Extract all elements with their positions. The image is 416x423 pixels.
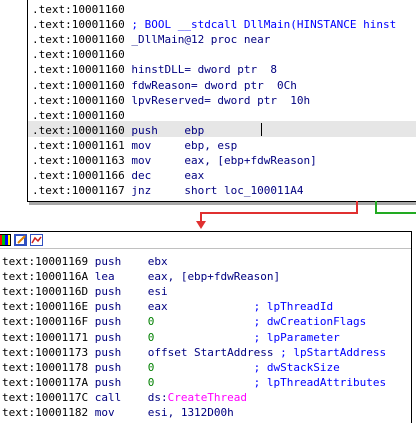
operands: 0: [147, 315, 254, 329]
code-line[interactable]: .text:10001160 hinstDLL= dword ptr 8: [32, 62, 277, 77]
line-address: .text:10001167: [32, 184, 125, 198]
mnemonic: push: [88, 285, 148, 299]
line-address: text:1000116A: [2, 270, 89, 284]
line-address: .text:10001160: [32, 123, 125, 137]
line-address: text:10001169: [2, 255, 89, 268]
line-address: text:1000116D: [2, 285, 89, 299]
mnemonic: push: [88, 360, 148, 374]
mnemonic: lea: [88, 270, 148, 284]
line-address: .text:10001160: [32, 93, 125, 107]
code-line[interactable]: .text:10001163 mov eax, [ebp+fdwReason]: [32, 153, 317, 168]
line-comment: ; lpThreadId: [253, 300, 334, 314]
operands: 0: [147, 330, 254, 344]
line-comment: ; lpParameter: [253, 330, 340, 344]
operands: ebx: [147, 255, 168, 268]
code-line[interactable]: .text:10001160 fdwReason= dword ptr 0Ch: [32, 78, 297, 93]
line-text: dec eax: [124, 169, 205, 183]
false-branch-edge-horizontal: [200, 212, 358, 214]
operands: eax, [ebp+fdwReason]: [147, 270, 281, 284]
code-line[interactable]: text:10001171 push 0 ; lpParameter: [2, 330, 340, 345]
code-line[interactable]: .text:10001160 lpvReserved= dword ptr 10…: [32, 93, 310, 108]
line-address: .text:10001161: [32, 138, 125, 152]
operands: offset StartAddress: [147, 345, 281, 359]
line-text: _DllMain@12 proc near: [124, 33, 271, 47]
code-line[interactable]: .text:10001166 dec eax: [32, 168, 204, 183]
line-address: .text:10001160: [32, 108, 125, 122]
code-line[interactable]: .text:10001160: [32, 108, 125, 123]
false-branch-arrow-icon: [196, 221, 206, 229]
line-address: .text:10001160: [32, 3, 125, 16]
line-comment: ; dwStackSize: [253, 360, 340, 374]
line-text: lpvReserved= dword ptr 10h: [124, 93, 311, 107]
line-address: text:10001171: [2, 330, 89, 344]
mnemonic: mov: [88, 406, 148, 419]
code-line[interactable]: .text:10001160: [32, 2, 125, 17]
code-line[interactable]: text:10001169 push ebx: [2, 254, 168, 269]
line-address: text:10001182: [2, 406, 89, 419]
operands: eax: [147, 300, 254, 314]
operands: 0: [147, 360, 254, 374]
line-text: mov ebp, esp: [124, 138, 238, 152]
line-text: ; BOOL __stdcall DllMain(HINSTANCE hinst: [124, 18, 397, 32]
line-text: mov eax, [ebp+fdwReason]: [124, 154, 317, 167]
code-block-createthread: text:10001169 push ebx text:1000116A lea …: [0, 231, 412, 423]
mnemonic: push: [88, 330, 148, 344]
code-line[interactable]: text:1000116F push 0 ; dwCreationFlags: [2, 314, 366, 329]
operands: 0: [147, 375, 254, 389]
color-palette-icon[interactable]: [0, 234, 11, 246]
graph-view-icon[interactable]: [30, 234, 43, 246]
code-line[interactable]: .text:10001160: [32, 47, 125, 62]
code-line[interactable]: text:1000117A push 0 ; lpThreadAttribute…: [2, 375, 386, 390]
line-address: text:1000116E: [2, 300, 89, 314]
line-address: text:10001173: [2, 345, 89, 359]
line-address: .text:10001163: [32, 154, 125, 167]
code-block-dllmain: .text:10001160 .text:10001160 ; BOOL __st…: [27, 0, 416, 202]
line-address: .text:10001166: [32, 169, 125, 183]
line-address: text:1000117C: [2, 390, 89, 404]
mnemonic: push: [88, 315, 148, 329]
mnemonic: push: [88, 255, 148, 268]
line-address: text:10001178: [2, 360, 89, 374]
code-line[interactable]: text:1000116A lea eax, [ebp+fdwReason]: [2, 269, 280, 284]
edit-block-icon[interactable]: [14, 234, 27, 246]
line-comment: ; lpStartAddress: [280, 345, 387, 359]
code-line[interactable]: .text:10001160 push ebp: [32, 123, 204, 138]
line-address: .text:10001160: [32, 78, 125, 92]
line-text: jnz short loc_100011A4: [124, 184, 304, 198]
line-text: hinstDLL= dword ptr 8: [124, 63, 278, 77]
mnemonic: push: [88, 300, 148, 314]
code-line[interactable]: .text:10001161 mov ebp, esp: [32, 138, 237, 153]
operands: esi: [147, 285, 168, 299]
line-address: text:1000116F: [2, 315, 89, 329]
api-name[interactable]: CreateThread: [168, 391, 247, 404]
line-comment: ; dwCreationFlags: [253, 315, 367, 329]
true-branch-edge-horizontal: [375, 212, 416, 214]
code-line[interactable]: .text:10001160 ; BOOL __stdcall DllMain(…: [32, 17, 396, 32]
line-address: .text:10001160: [32, 33, 125, 47]
line-text: fdwReason= dword ptr 0Ch: [124, 78, 297, 92]
code-line[interactable]: text:1000116E push eax ; lpThreadId: [2, 299, 333, 314]
line-text: push ebp: [124, 123, 205, 137]
code-line[interactable]: .text:10001160 _DllMain@12 proc near: [32, 32, 270, 47]
code-line[interactable]: .text:10001167 jnz short loc_100011A4: [32, 183, 304, 198]
code-line[interactable]: text:10001173 push offset StartAddress ;…: [2, 345, 386, 360]
code-line[interactable]: text:10001182 mov esi, 1312D00h: [2, 405, 234, 420]
mnemonic: call: [88, 390, 148, 404]
line-address: text:1000117A: [2, 375, 89, 389]
line-address: .text:10001160: [32, 48, 125, 62]
mnemonic: push: [88, 375, 148, 389]
code-line[interactable]: text:1000117C call ds:CreateThread: [2, 390, 247, 405]
operands: ds:: [147, 390, 168, 404]
line-comment: ; lpThreadAttributes: [253, 375, 387, 389]
code-line[interactable]: text:1000116D push esi: [2, 284, 168, 299]
line-address: .text:10001160: [32, 63, 125, 77]
text-cursor: [261, 123, 262, 136]
operands: esi, 1312D00h: [147, 406, 234, 419]
mnemonic: push: [88, 345, 148, 359]
line-address: .text:10001160: [32, 18, 125, 32]
block-titlebar: [0, 232, 411, 249]
code-line[interactable]: text:10001178 push 0 ; dwStackSize: [2, 360, 340, 375]
